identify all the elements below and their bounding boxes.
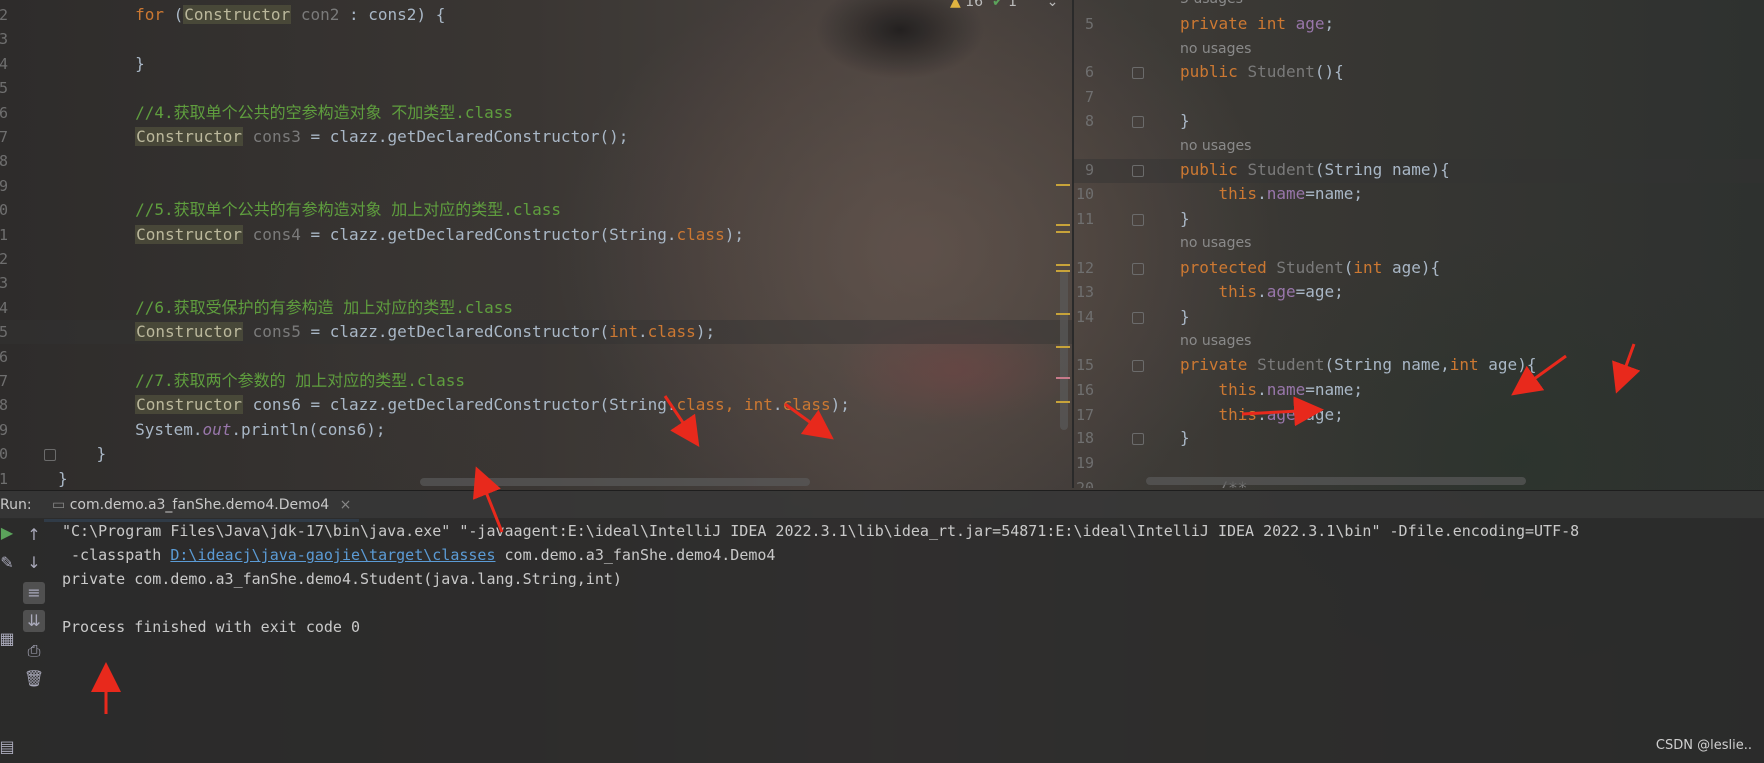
arrow [472, 466, 504, 533]
arrow [1241, 396, 1324, 427]
arrow [663, 395, 700, 447]
arrow [1612, 343, 1641, 394]
annotation-arrows [91, 343, 1641, 714]
arrow [1511, 354, 1567, 396]
arrow [784, 402, 834, 440]
